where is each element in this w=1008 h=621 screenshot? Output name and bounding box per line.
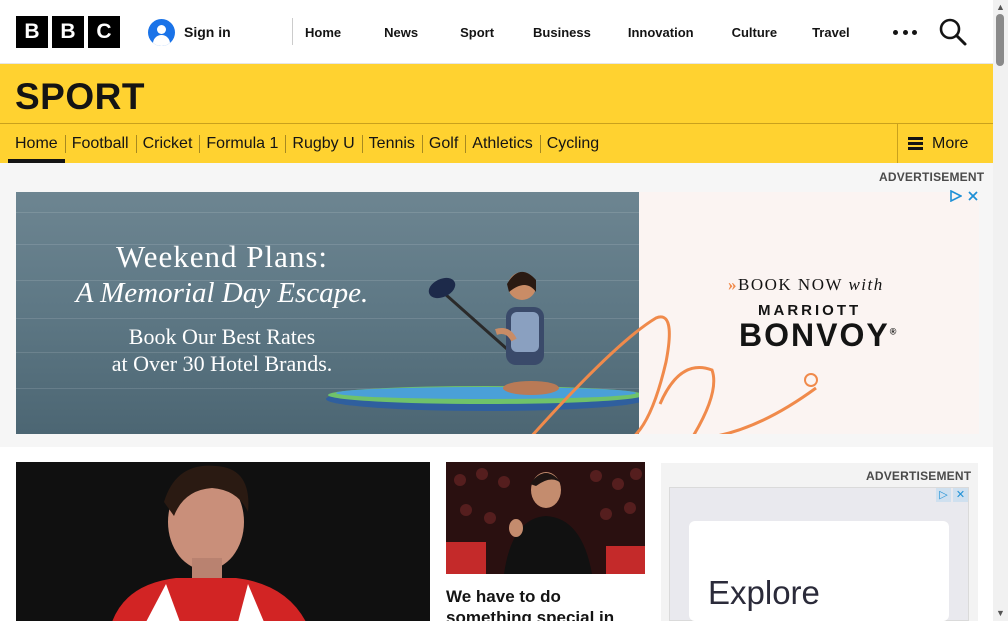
hamburger-icon	[908, 137, 923, 150]
sport-nav-label: Cricket	[142, 134, 193, 152]
scroll-up-arrow[interactable]: ▲	[996, 2, 1005, 12]
ad-choices	[950, 190, 979, 202]
nav-culture[interactable]: Culture	[707, 25, 791, 40]
adchoices-icon[interactable]: ▷	[936, 488, 951, 502]
nav-news[interactable]: News	[354, 25, 431, 40]
close-icon[interactable]: ✕	[953, 488, 968, 502]
sport-nav-label: Rugby U	[292, 134, 355, 152]
brand-mark: ®	[889, 326, 899, 337]
book-now-with: with	[848, 275, 884, 294]
sport-nav-cycling[interactable]: Cycling	[539, 124, 606, 163]
nav-travel[interactable]: Travel	[790, 25, 863, 40]
more-label: More	[932, 134, 969, 152]
marriott-ad-banner[interactable]: Weekend Plans: A Memorial Day Escape. Bo…	[16, 192, 979, 434]
scroll-down-arrow[interactable]: ▼	[996, 608, 1005, 618]
brand-bonvoy: BONVOY®	[739, 317, 898, 354]
sport-nav-label: Home	[15, 134, 58, 152]
ad-label: ADVERTISEMENT	[879, 170, 985, 184]
book-now-arrow: »	[728, 275, 738, 294]
global-header: B B C Sign in Home News Sport Business I…	[0, 0, 993, 64]
user-icon	[148, 18, 175, 46]
lead-story-image[interactable]	[16, 462, 430, 621]
more-dots-icon[interactable]	[893, 22, 917, 42]
sport-nav-football[interactable]: Football	[64, 124, 136, 163]
vertical-scrollbar[interactable]	[993, 0, 1008, 621]
sport-nav-tennis[interactable]: Tennis	[361, 124, 422, 163]
more-menu-button[interactable]: More	[897, 124, 993, 163]
section-title[interactable]: SPORT	[15, 76, 145, 118]
nav-business[interactable]: Business	[507, 25, 604, 40]
book-now-label: BOOK NOW	[738, 275, 843, 294]
player-photo	[16, 462, 430, 621]
book-now-text: »BOOK NOW with	[728, 275, 884, 295]
bbc-logo[interactable]: B B C	[16, 16, 120, 48]
sport-nav-label: Formula 1	[206, 134, 279, 152]
side-ad-title: Explore	[708, 574, 820, 611]
sign-in-label: Sign in	[184, 24, 231, 40]
sport-nav: Home Football Cricket Formula 1 Rugby U …	[0, 124, 993, 163]
scrollbar-thumb[interactable]	[996, 14, 1004, 66]
nav-home[interactable]: Home	[292, 25, 354, 40]
sport-nav-rugby-union[interactable]: Rugby U	[285, 124, 361, 163]
adchoices-icon[interactable]	[950, 190, 962, 202]
sport-nav-home[interactable]: Home	[8, 124, 65, 163]
nav-innovation[interactable]: Innovation	[604, 25, 707, 40]
logo-letter: B	[16, 16, 48, 48]
brand-bonvoy-text: BONVOY	[739, 317, 890, 353]
sport-nav-label: Football	[71, 134, 129, 152]
story-thumbnail[interactable]	[446, 462, 645, 574]
sport-nav-label: Athletics	[472, 134, 533, 152]
sport-nav-cricket[interactable]: Cricket	[135, 124, 200, 163]
sport-nav-athletics[interactable]: Athletics	[465, 124, 539, 163]
search-icon[interactable]	[938, 17, 968, 47]
logo-letter: C	[88, 16, 120, 48]
sport-nav-label: Golf	[428, 134, 459, 152]
manager-photo	[446, 462, 645, 574]
nav-sport[interactable]: Sport	[431, 25, 507, 40]
logo-letter: B	[52, 16, 84, 48]
close-icon[interactable]	[967, 190, 979, 202]
sign-in-button[interactable]: Sign in	[148, 18, 231, 46]
sport-nav-formula-1[interactable]: Formula 1	[199, 124, 285, 163]
sport-banner: SPORT	[0, 64, 993, 124]
side-ad-choices: ▷ ✕	[936, 488, 968, 502]
side-ad-label: ADVERTISEMENT	[866, 469, 972, 483]
sport-nav-label: Tennis	[368, 134, 415, 152]
story-headline[interactable]: We have to do something special in	[446, 586, 645, 621]
sport-nav-golf[interactable]: Golf	[421, 124, 465, 163]
sport-nav-label: Cycling	[546, 134, 600, 152]
global-nav: Home News Sport Business Innovation Cult…	[292, 0, 863, 64]
page: { "brand": { "logo_letters": ["B", "B", …	[0, 0, 1008, 621]
